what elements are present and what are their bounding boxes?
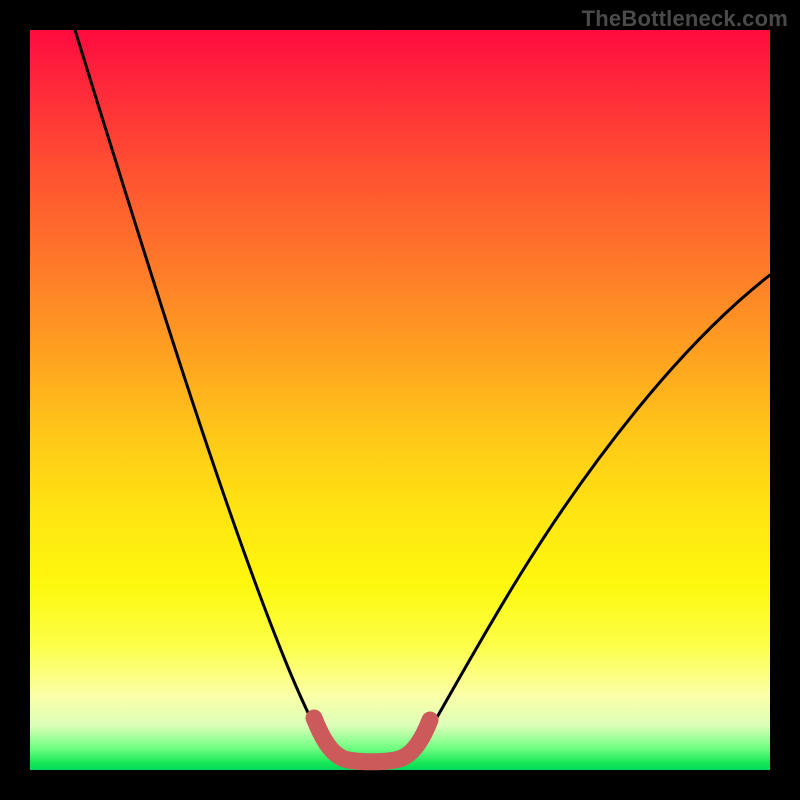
chart-frame: TheBottleneck.com [0,0,800,800]
curve-layer [30,30,770,770]
curve-left-branch [75,30,327,750]
valley-accent [314,718,430,762]
watermark-text: TheBottleneck.com [582,6,788,32]
plot-area [30,30,770,770]
curve-right-branch [418,275,770,750]
